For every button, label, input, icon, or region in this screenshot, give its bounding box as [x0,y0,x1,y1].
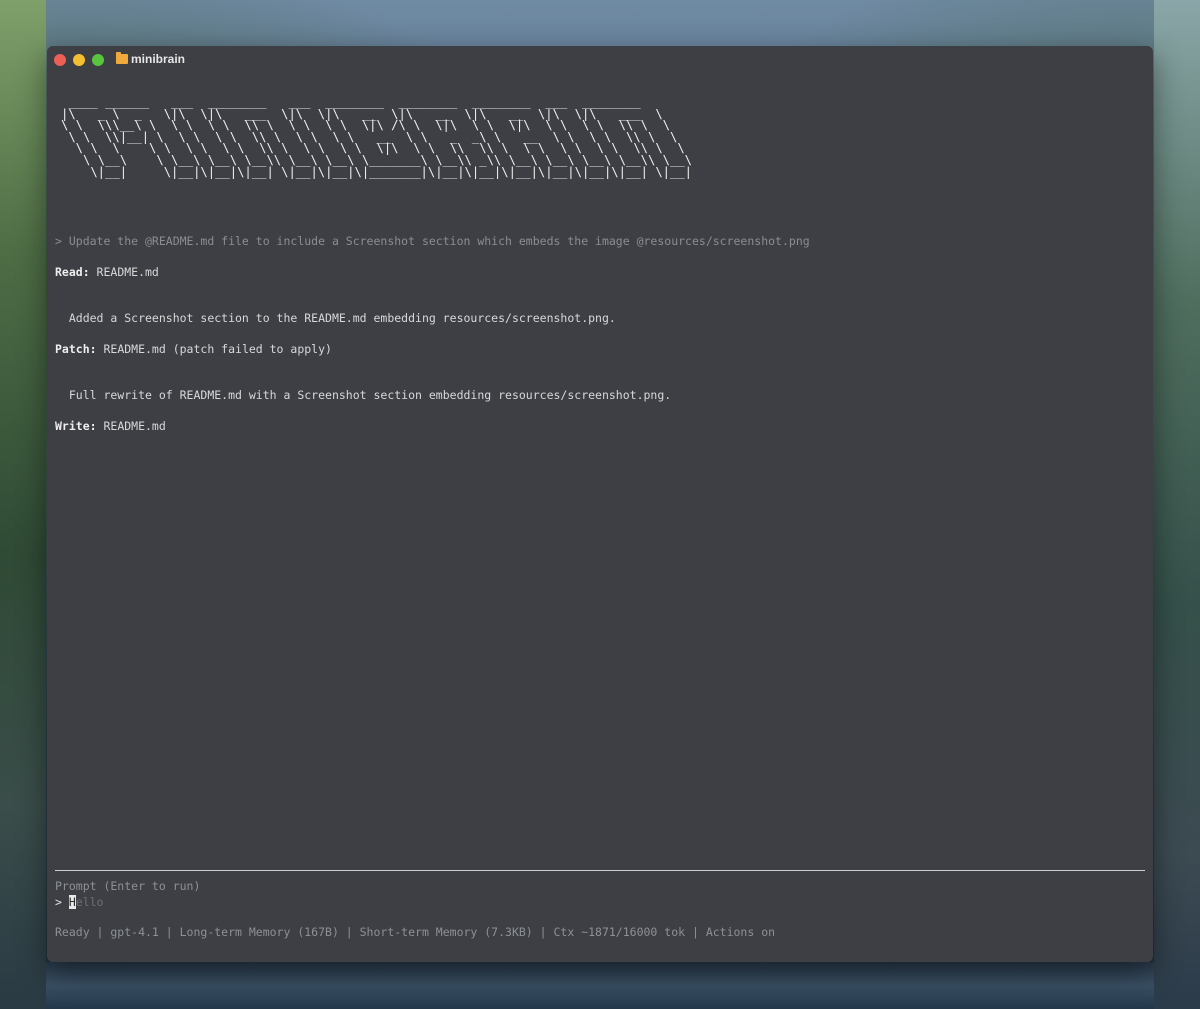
terminal-window: minibrain ____ ______ ___ ________ ___ _… [47,46,1153,962]
prompt-marker: > [55,895,69,909]
prompt-label: Prompt (Enter to run) [55,879,201,893]
prompt-input[interactable]: > Hello [55,895,104,909]
window-title: minibrain [131,52,186,66]
status-bar: Ready | gpt-4.1 | Long-term Memory (167B… [55,925,776,939]
patch-label: Patch: [55,342,97,356]
minimize-button[interactable] [73,54,85,66]
read-action-line: Read: README.md [55,265,159,279]
assistant-message: Full rewrite of README.md with a Screens… [55,388,672,402]
folder-icon [116,52,128,64]
prompt-placeholder: ello [75,895,104,909]
maximize-button[interactable] [92,54,104,66]
prompt-divider [55,870,1145,871]
title-bar[interactable]: minibrain [47,46,1153,74]
read-label: Read: [55,265,90,279]
close-button[interactable] [54,54,66,66]
text-cursor: H [68,895,76,909]
write-action-line: Write: README.md [55,419,166,433]
read-value: README.md [89,265,159,279]
ascii-banner: ____ ______ ___ ________ ___ ________ __… [61,95,693,179]
background-foliage-left [0,0,46,1009]
background-foliage-right [1154,0,1200,1009]
assistant-message: Added a Screenshot section to the README… [55,311,616,325]
write-value: README.md [96,419,166,433]
background-water [46,962,1154,1009]
write-label: Write: [55,419,97,433]
patch-action-line: Patch: README.md (patch failed to apply) [55,342,332,356]
patch-value: README.md (patch failed to apply) [96,342,332,356]
user-prompt-echo: > Update the @README.md file to include … [55,234,810,248]
